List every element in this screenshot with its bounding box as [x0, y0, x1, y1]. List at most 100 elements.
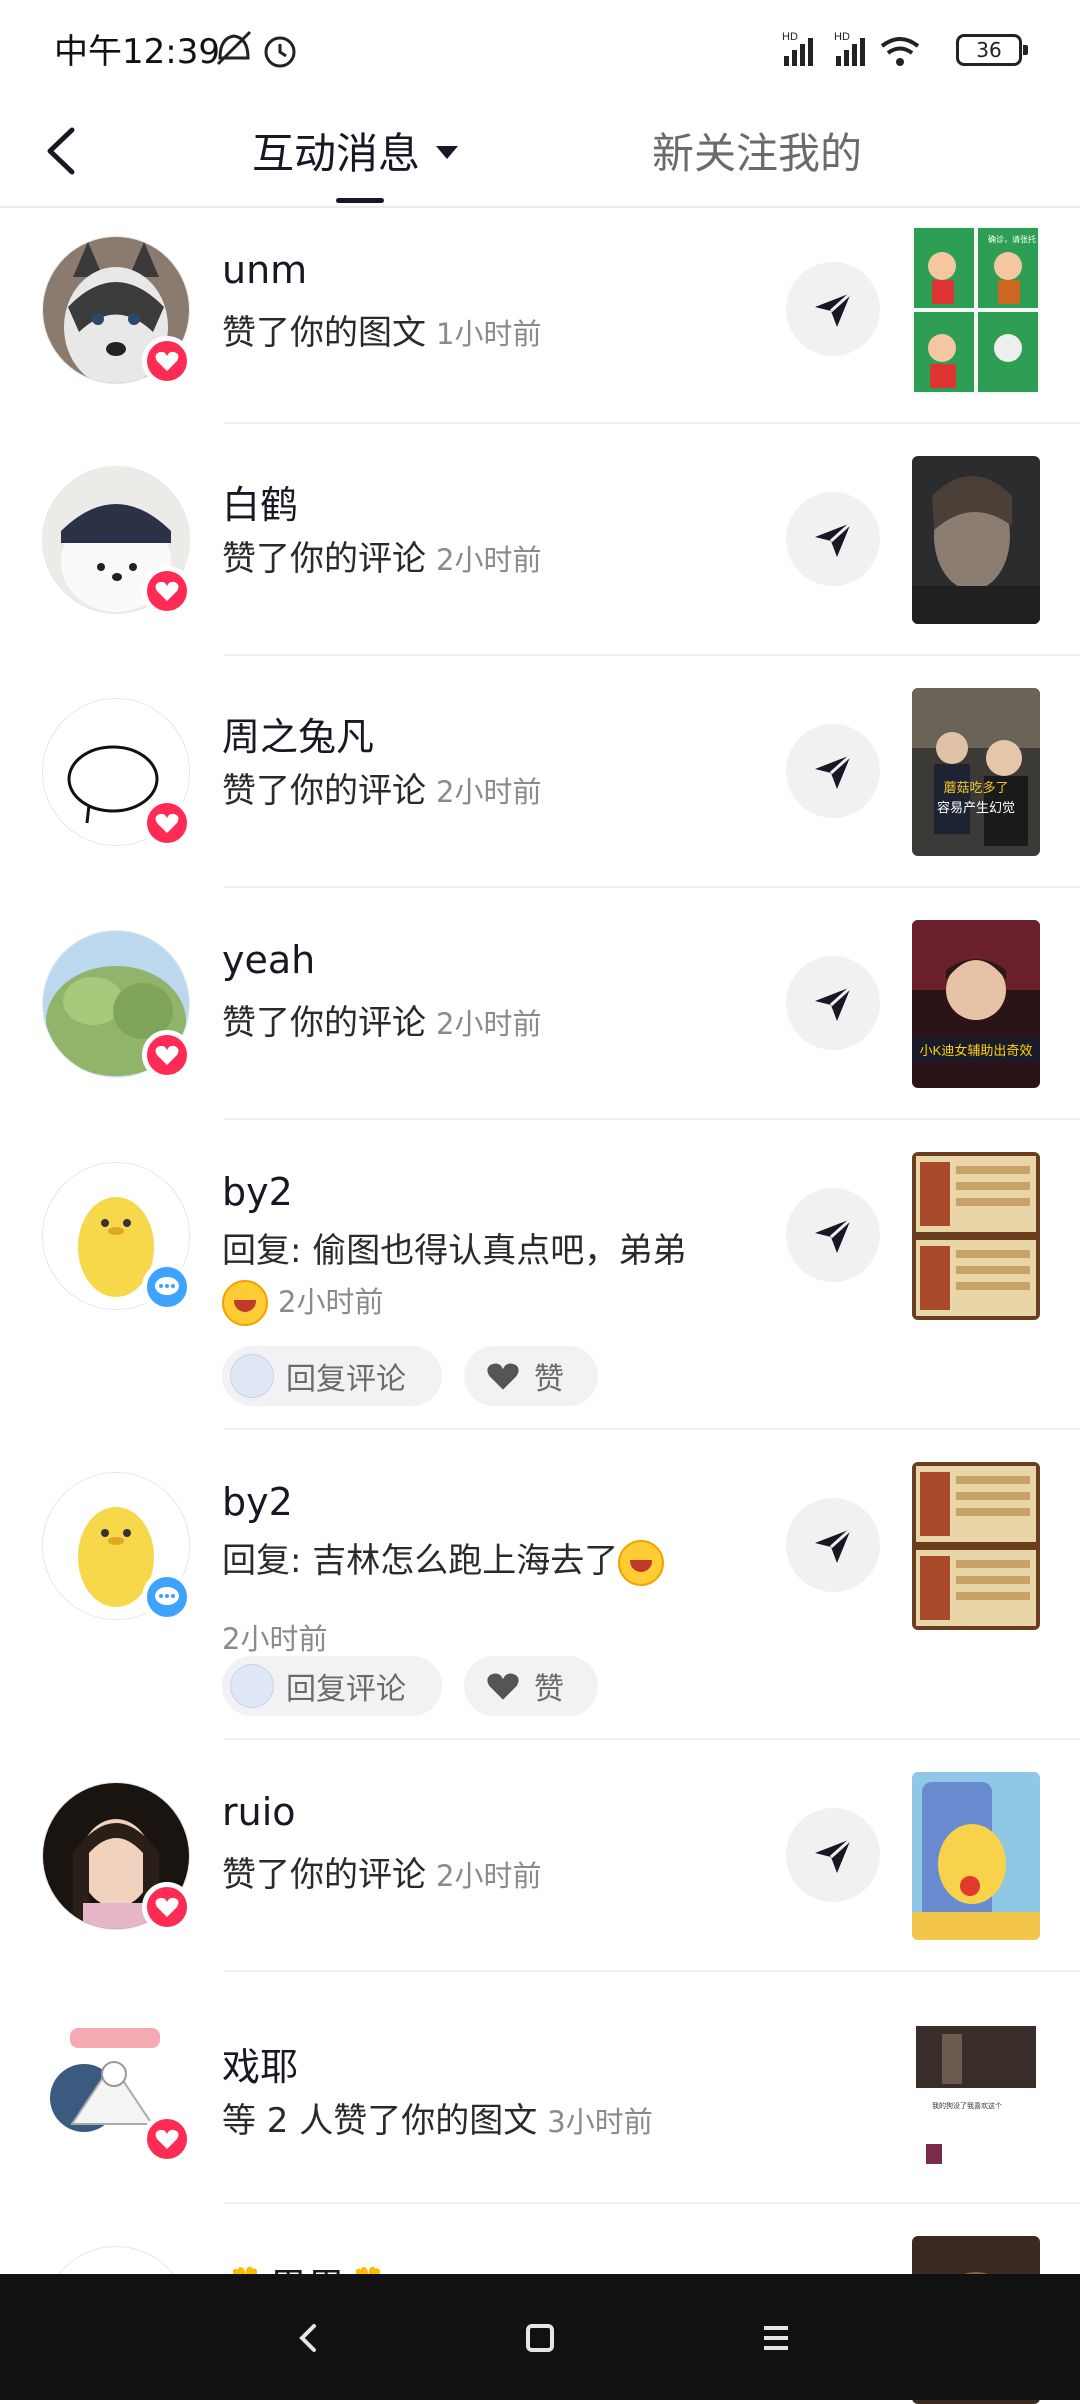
tab-new-followers-label: 新关注我的	[652, 129, 863, 178]
share-button[interactable]	[786, 1498, 880, 1592]
share-button[interactable]	[786, 724, 880, 818]
reply-text: 回复: 偷图也得认真点吧，弟弟 2小时前	[222, 1226, 742, 1327]
heart-badge-icon	[142, 566, 192, 616]
action-text: 赞了你的评论	[222, 1003, 426, 1043]
post-thumbnail[interactable]	[912, 1772, 1040, 1940]
thumbnail-caption: 蘑菇吃多了	[943, 780, 1008, 795]
notification-row[interactable]: unm 赞了你的图文 1小时前 确诊，请张托	[0, 208, 1080, 424]
share-button[interactable]	[786, 492, 880, 586]
avatar[interactable]	[42, 930, 192, 1080]
avatar[interactable]	[42, 1782, 192, 1932]
laughing-emoji-icon	[618, 1539, 665, 1586]
post-thumbnail[interactable]	[912, 1462, 1040, 1630]
username[interactable]: 白鹤	[222, 474, 298, 529]
username[interactable]: unm	[222, 248, 307, 292]
nav-back-icon[interactable]	[280, 2310, 336, 2366]
alarm-clock-icon	[264, 36, 296, 68]
heart-icon	[487, 1673, 519, 1700]
thumbnail-caption: 确诊，请张托	[988, 234, 1036, 244]
comment-badge-icon	[142, 1262, 192, 1312]
post-thumbnail[interactable]	[912, 1152, 1040, 1320]
header: 互动消息 新关注我的	[0, 96, 1080, 208]
hd-label-2: HD	[834, 31, 850, 43]
action-text: 等 2 人赞了你的图文	[222, 2101, 538, 2141]
thumbnail-caption: 小K迪女辅助出奇效	[920, 1043, 1033, 1058]
avatar[interactable]	[42, 698, 192, 848]
notification-text: 赞了你的图文 1小时前	[222, 308, 742, 359]
reply-comment-button[interactable]: 回复评论	[222, 1346, 442, 1406]
nav-menu-icon[interactable]	[748, 2310, 804, 2366]
post-thumbnail[interactable]: 我的狗没了我喜欢这个	[912, 2004, 1040, 2172]
share-button[interactable]	[786, 1808, 880, 1902]
notification-text: 赞了你的评论 2小时前	[222, 998, 742, 1049]
heart-icon	[487, 1363, 519, 1390]
send-icon	[815, 521, 853, 557]
reply-content: 回复: 偷图也得认真点吧，弟弟	[222, 1231, 687, 1271]
like-button[interactable]: 赞	[464, 1656, 598, 1716]
timestamp: 2小时前	[278, 1285, 384, 1319]
action-text: 赞了你的评论	[222, 771, 426, 811]
reply-text: 回复: 吉林怎么跑上海去了	[222, 1536, 742, 1586]
back-arrow-icon[interactable]	[30, 116, 100, 186]
signal-wifi-icons: HD HD	[782, 31, 920, 66]
notification-text: 等 2 人赞了你的图文 3小时前	[222, 2096, 742, 2147]
timestamp: 2小时前	[436, 543, 542, 577]
wifi-icon	[880, 37, 920, 66]
notification-row[interactable]: 白鹤 赞了你的评论 2小时前	[0, 424, 1080, 656]
timestamp: 2小时前	[436, 1859, 542, 1893]
username[interactable]: 戏耶	[222, 2036, 298, 2091]
notification-list: unm 赞了你的图文 1小时前 确诊，请张托 白鹤 赞了你的评论 2小时前 周之…	[0, 208, 1080, 2404]
send-icon	[815, 753, 853, 789]
post-thumbnail[interactable]: 蘑菇吃多了 容易产生幻觉	[912, 688, 1040, 856]
notification-row[interactable]: yeah 赞了你的评论 2小时前 小K迪女辅助出奇效	[0, 888, 1080, 1120]
silent-bell-icon	[216, 30, 252, 66]
post-thumbnail[interactable]	[912, 456, 1040, 624]
like-button[interactable]: 赞	[464, 1346, 598, 1406]
like-label: 赞	[534, 1672, 564, 1707]
heart-badge-icon	[142, 2114, 192, 2164]
share-button[interactable]	[786, 1188, 880, 1282]
tab-interactions-label: 互动消息	[252, 129, 421, 178]
heart-badge-icon	[142, 336, 192, 386]
send-icon	[815, 1217, 853, 1253]
tab-interactions[interactable]: 互动消息	[252, 120, 459, 181]
username[interactable]: by2	[222, 1480, 293, 1524]
reply-comment-button[interactable]: 回复评论	[222, 1656, 442, 1716]
post-thumbnail[interactable]: 确诊，请张托	[912, 226, 1040, 394]
avatar[interactable]	[42, 2014, 192, 2164]
send-icon	[815, 291, 853, 327]
notification-row[interactable]: by2 回复: 偷图也得认真点吧，弟弟 2小时前 回复评论 赞	[0, 1120, 1080, 1430]
avatar[interactable]	[42, 466, 192, 616]
status-notification-icons	[216, 30, 296, 68]
nav-home-icon[interactable]	[512, 2310, 568, 2366]
timestamp: 2小时前	[436, 775, 542, 809]
system-navigation-bar	[0, 2274, 1080, 2400]
laughing-emoji-icon	[222, 1279, 268, 1326]
thumbnail-caption: 容易产生幻觉	[937, 800, 1015, 815]
username[interactable]: 周之兔凡	[222, 706, 374, 761]
notification-row[interactable]: by2 回复: 吉林怎么跑上海去了 2小时前 回复评论 赞	[0, 1430, 1080, 1740]
thumbnail-caption: 我的狗没了我喜欢这个	[932, 2101, 1002, 2110]
notification-row[interactable]: 戏耶 等 2 人赞了你的图文 3小时前 我的狗没了我喜欢这个	[0, 1972, 1080, 2204]
dropdown-caret-icon	[436, 146, 459, 159]
avatar[interactable]	[42, 236, 192, 387]
status-bar: 中午12:39 HD HD 36	[0, 0, 1080, 96]
avatar[interactable]	[42, 1472, 192, 1622]
my-avatar	[230, 1354, 274, 1398]
share-button[interactable]	[786, 262, 880, 356]
share-button[interactable]	[786, 956, 880, 1050]
reply-comment-label: 回复评论	[286, 1672, 406, 1707]
username[interactable]: ruio	[222, 1790, 296, 1834]
send-icon	[815, 985, 853, 1021]
username[interactable]: by2	[222, 1170, 293, 1214]
reply-content: 回复: 吉林怎么跑上海去了	[222, 1541, 619, 1581]
avatar[interactable]	[42, 1162, 192, 1312]
notification-row[interactable]: 周之兔凡 赞了你的评论 2小时前 蘑菇吃多了 容易产生幻觉	[0, 656, 1080, 888]
send-icon	[815, 1527, 853, 1563]
tab-new-followers[interactable]: 新关注我的	[652, 120, 862, 181]
notification-row[interactable]: ruio 赞了你的评论 2小时前	[0, 1740, 1080, 1972]
username[interactable]: yeah	[222, 938, 315, 982]
tab-active-indicator	[336, 198, 384, 203]
heart-badge-icon	[142, 1030, 192, 1080]
post-thumbnail[interactable]: 小K迪女辅助出奇效	[912, 920, 1040, 1088]
